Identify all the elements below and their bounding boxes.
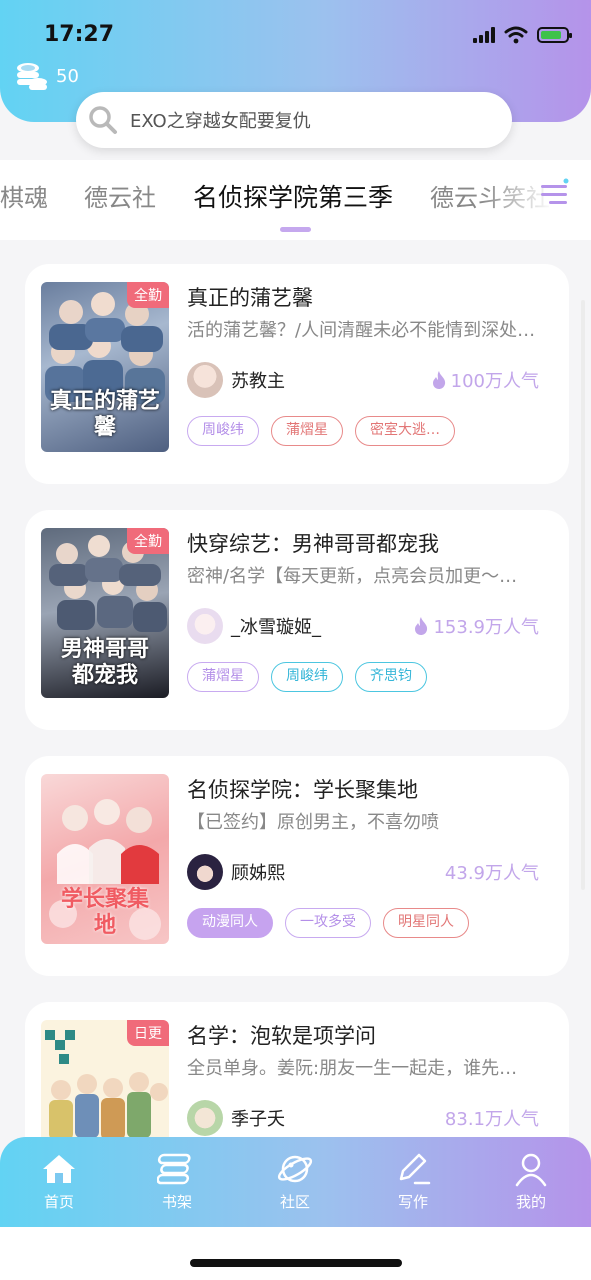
tab-deyunshe[interactable]: 德云社	[84, 178, 156, 213]
category-tabs: 棋魂 德云社 名侦探学院第三季 德云斗笑社	[0, 160, 591, 240]
tag[interactable]: 密室大逃…	[355, 416, 455, 446]
tag[interactable]: 周峻纬	[187, 416, 259, 446]
popularity: 153.9万人气	[413, 613, 539, 639]
home-icon	[43, 1155, 75, 1183]
popularity: 100万人气	[431, 367, 539, 393]
nav-label: 社区	[279, 1193, 310, 1211]
author-name: _冰雪璇姬_	[231, 617, 321, 638]
tag[interactable]: 动漫同人	[187, 908, 273, 938]
status-badge: 全勤	[127, 528, 169, 554]
search-icon	[89, 106, 117, 134]
book-cover[interactable]: 全勤 男神哥哥都宠我	[41, 528, 169, 698]
coin-stack-icon	[17, 63, 47, 90]
popularity-text: 43.9万人气	[444, 863, 539, 884]
tag-list: 周峻纬 蒲熠星 密室大逃…	[187, 416, 455, 446]
book-cover[interactable]: 全勤 真正的蒲艺馨	[41, 282, 169, 452]
coin-count: 50	[56, 65, 79, 87]
signal-icon	[473, 27, 495, 43]
category-menu-icon[interactable]	[539, 178, 571, 208]
scrollbar[interactable]	[581, 300, 585, 890]
planet-icon	[277, 1155, 313, 1183]
nav-label: 书架	[161, 1193, 192, 1211]
search-bar[interactable]: EXO之穿越女配要复仇	[76, 92, 512, 148]
author-row[interactable]: 苏教主 100万人气	[187, 362, 539, 398]
cover-title: 男神哥哥都宠我	[60, 636, 149, 688]
tag[interactable]: 周峻纬	[271, 662, 343, 692]
tag-list: 蒲熠星 周峻纬 齐思钧	[187, 662, 427, 692]
status-badge: 日更	[127, 1020, 169, 1046]
nav-write[interactable]: 写作	[373, 1149, 453, 1212]
status-badge: 全勤	[127, 282, 169, 308]
author-row[interactable]: 季子夭 83.1万人气	[187, 1100, 539, 1136]
author-name: 季子夭	[231, 1109, 285, 1130]
status-icons	[473, 26, 572, 44]
avatar	[187, 362, 223, 398]
flame-icon	[432, 371, 445, 389]
popularity-text: 83.1万人气	[444, 1109, 539, 1130]
nav-profile[interactable]: 我的	[491, 1149, 571, 1212]
tag[interactable]: 明星同人	[383, 908, 469, 938]
pencil-icon	[399, 1153, 431, 1185]
nav-community[interactable]: 社区	[255, 1149, 335, 1212]
book-description: 全员单身。姜阮:朋友一生一起走，谁先…	[187, 1058, 518, 1079]
nav-label: 我的	[515, 1193, 546, 1211]
home-indicator[interactable]	[190, 1259, 402, 1267]
nav-label: 首页	[43, 1193, 74, 1211]
popularity: 43.9万人气	[445, 859, 539, 885]
tag[interactable]: 一攻多受	[285, 908, 371, 938]
popularity: 83.1万人气	[445, 1105, 539, 1131]
book-description: 密神/名学【每天更新，点亮会员加更～…	[187, 566, 518, 587]
tag[interactable]: 蒲熠星	[271, 416, 343, 446]
book-title[interactable]: 快穿综艺：男神哥哥都宠我	[187, 528, 439, 558]
wifi-icon	[504, 26, 528, 44]
avatar	[187, 1100, 223, 1136]
tab-qihun[interactable]: 棋魂	[0, 178, 48, 213]
coin-balance[interactable]: 50	[14, 60, 79, 92]
tag[interactable]: 蒲熠星	[187, 662, 259, 692]
nav-label: 写作	[397, 1193, 428, 1211]
book-card[interactable]: 全勤 男神哥哥都宠我 快穿综艺：男神哥哥都宠我 密神/名学【每天更新，点亮会员加…	[25, 510, 569, 730]
tab-mingzhentan[interactable]: 名侦探学院第三季	[193, 178, 393, 214]
cover-title: 真正的蒲艺馨	[49, 388, 160, 440]
avatar	[187, 608, 223, 644]
author-row[interactable]: 顾姊熙 43.9万人气	[187, 854, 539, 890]
avatar	[187, 854, 223, 890]
author-name: 苏教主	[231, 371, 285, 392]
bottom-nav: 首页 书架 社区 写作 我的	[0, 1137, 591, 1227]
status-time: 17:27	[44, 22, 115, 47]
popularity-text: 100万人气	[450, 371, 539, 392]
popularity-text: 153.9万人气	[433, 617, 539, 638]
home-strip	[0, 1227, 591, 1280]
cover-title: 学长聚集地	[60, 886, 149, 938]
author-name: 顾姊熙	[231, 863, 285, 884]
tabs-fade	[481, 160, 591, 240]
book-card[interactable]: 全勤 真正的蒲艺馨 真正的蒲艺馨 活的蒲艺馨？/人间清醒未必不能情到深处… 苏教…	[25, 264, 569, 484]
user-icon	[515, 1153, 547, 1187]
book-description: 【已签约】原创男主，不喜勿喷	[187, 812, 439, 833]
book-title[interactable]: 名学：泡软是项学问	[187, 1020, 376, 1050]
active-tab-indicator	[280, 227, 311, 232]
book-cover[interactable]: 学长聚集地	[41, 774, 169, 944]
book-description: 活的蒲艺馨？/人间清醒未必不能情到深处…	[187, 320, 536, 341]
author-row[interactable]: _冰雪璇姬_ 153.9万人气	[187, 608, 539, 644]
flame-icon	[415, 617, 428, 635]
battery-icon	[537, 27, 572, 43]
app-screen: 17:27 50 EXO之穿越女配要复仇 棋魂 德云社 名侦探学院第三季 德云斗…	[0, 0, 591, 1280]
search-placeholder: EXO之穿越女配要复仇	[130, 111, 311, 132]
book-title[interactable]: 真正的蒲艺馨	[187, 282, 313, 312]
tag-list: 动漫同人 一攻多受 明星同人	[187, 908, 469, 938]
nav-home[interactable]: 首页	[19, 1149, 99, 1212]
book-card[interactable]: 学长聚集地 名侦探学院：学长聚集地 【已签约】原创男主，不喜勿喷 顾姊熙 43.…	[25, 756, 569, 976]
nav-bookshelf[interactable]: 书架	[137, 1149, 217, 1212]
book-title[interactable]: 名侦探学院：学长聚集地	[187, 774, 418, 804]
tag[interactable]: 齐思钧	[355, 662, 427, 692]
bookshelf-icon	[157, 1153, 191, 1185]
